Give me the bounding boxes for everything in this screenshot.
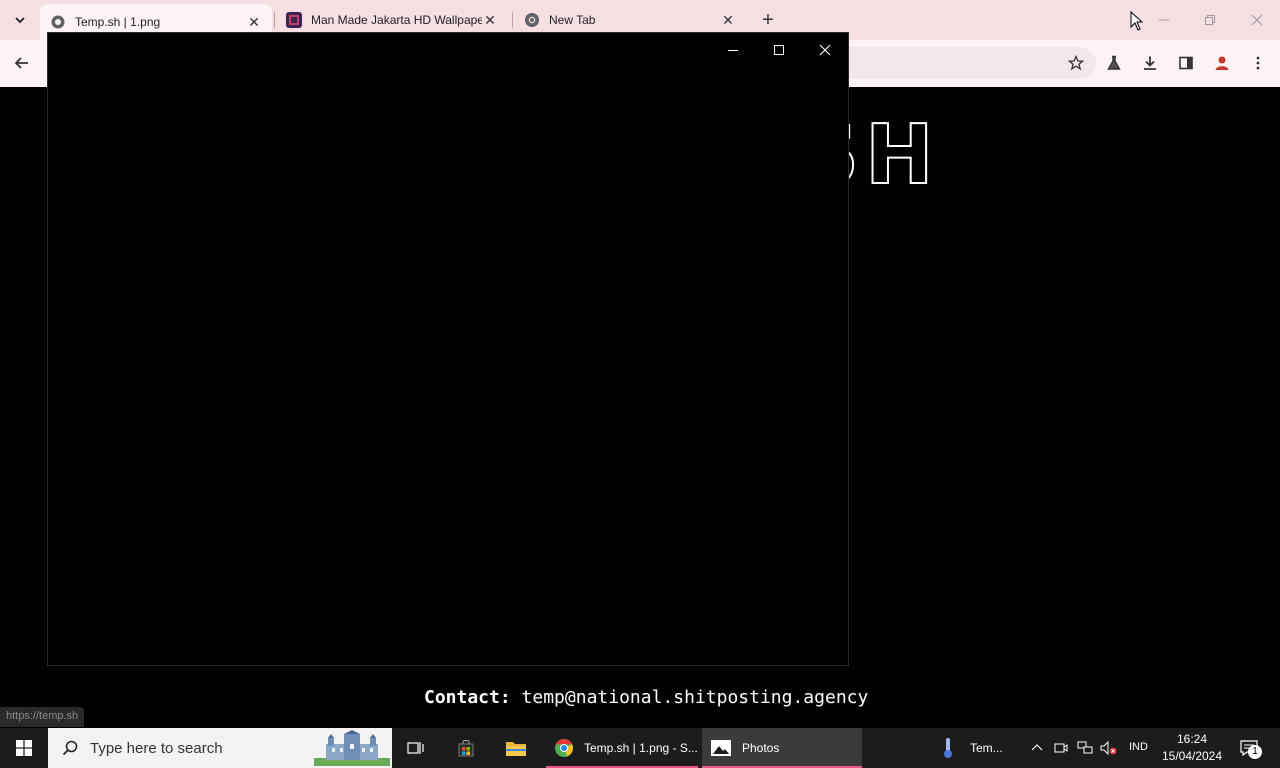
restore-icon (1205, 15, 1215, 25)
chevron-down-icon (15, 17, 25, 24)
photos-app-icon (711, 740, 731, 756)
close-icon (1251, 14, 1263, 26)
taskbar-app-label: Photos (742, 741, 780, 755)
taskbar-search-box[interactable]: Type here to search (48, 728, 392, 768)
profile-button[interactable] (1210, 51, 1234, 75)
input-language-indicator[interactable]: IND (1129, 741, 1148, 753)
taskbar-app-store[interactable] (446, 728, 486, 768)
kebab-menu-icon (1256, 56, 1260, 70)
back-button[interactable] (10, 51, 34, 75)
tab-close-icon[interactable]: ✕ (720, 12, 736, 28)
search-icon (62, 740, 78, 756)
clock-date: 15/04/2024 (1161, 749, 1223, 763)
close-icon (819, 44, 831, 56)
notification-count-badge: 1 (1248, 745, 1262, 759)
profile-icon (1215, 56, 1229, 70)
notifications-button[interactable]: 1 (1236, 728, 1262, 768)
minimize-icon (1159, 19, 1169, 21)
tab-title: Temp.sh | 1.png (75, 15, 161, 29)
folder-icon (506, 742, 526, 756)
taskbar-app-label: Temp.sh | 1.png - S... (584, 741, 698, 755)
contact-email-link[interactable]: temp@national.shitposting.agency (522, 687, 869, 708)
weather-label[interactable]: Tem... (970, 741, 1003, 755)
photos-window[interactable] (47, 32, 849, 666)
link-status-bubble: https://temp.sh (0, 707, 85, 727)
taskbar-app-photos[interactable]: Photos (702, 728, 862, 768)
tab-title: Man Made Jakarta HD Wallpapers (311, 13, 482, 27)
window-restore-button[interactable] (1198, 8, 1222, 32)
flask-icon (1107, 55, 1121, 70)
task-view-icon (407, 742, 424, 754)
tab-close-icon[interactable]: ✕ (482, 12, 498, 28)
volume-button[interactable] (1099, 728, 1119, 768)
weather-widget[interactable] (936, 728, 960, 768)
chrome-icon (524, 12, 540, 28)
back-arrow-icon (14, 57, 28, 69)
mouse-cursor-icon (1130, 11, 1144, 31)
side-panel-button[interactable] (1174, 51, 1198, 75)
photos-close-button[interactable] (809, 37, 841, 63)
volume-muted-icon (1100, 741, 1117, 755)
window-minimize-button[interactable] (1152, 8, 1176, 32)
contact-line: Contact: temp@national.shitposting.agenc… (424, 687, 868, 708)
chevron-up-icon (1031, 744, 1043, 751)
minimize-icon (728, 50, 738, 51)
tab-divider (274, 12, 275, 28)
labs-button[interactable] (1102, 51, 1126, 75)
browser-menu-button[interactable] (1246, 51, 1270, 75)
download-icon (1144, 56, 1156, 70)
photos-maximize-button[interactable] (763, 37, 795, 63)
show-hidden-icons-button[interactable] (1027, 728, 1047, 768)
task-view-button[interactable] (396, 728, 436, 768)
camera-icon (1054, 743, 1068, 753)
window-close-button[interactable] (1245, 8, 1269, 32)
tab-search-button[interactable] (8, 8, 32, 32)
contact-label: Contact: (424, 687, 511, 708)
search-highlight-illustration-icon (314, 730, 390, 766)
maximize-icon (774, 45, 784, 55)
bookmark-button[interactable] (1064, 51, 1088, 75)
taskbar-app-explorer[interactable] (496, 728, 536, 768)
photos-minimize-button[interactable] (717, 37, 749, 63)
network-button[interactable] (1075, 728, 1095, 768)
taskbar-clock[interactable]: 16:24 15/04/2024 (1158, 731, 1226, 765)
tab-title: New Tab (549, 13, 596, 27)
side-panel-icon (1179, 56, 1193, 70)
new-tab-button[interactable]: + (756, 8, 780, 32)
tab-close-icon[interactable]: ✕ (246, 14, 262, 30)
star-icon (1068, 55, 1084, 71)
chrome-icon (555, 739, 573, 757)
tab-divider (512, 12, 513, 28)
taskbar: Type here to search Temp.sh | 1.png - S.… (0, 728, 1280, 768)
microsoft-store-icon (458, 740, 474, 757)
windows-logo-icon (16, 740, 32, 756)
meet-now-button[interactable] (1052, 728, 1070, 768)
downloads-button[interactable] (1138, 51, 1162, 75)
site-favicon-icon (286, 12, 302, 28)
clock-time: 16:24 (1176, 732, 1208, 746)
start-button[interactable] (0, 728, 48, 768)
taskbar-app-chrome[interactable]: Temp.sh | 1.png - S... (546, 728, 698, 768)
network-icon (1077, 741, 1093, 754)
globe-icon (50, 14, 66, 30)
search-placeholder: Type here to search (90, 739, 223, 757)
thermometer-icon (944, 738, 952, 758)
